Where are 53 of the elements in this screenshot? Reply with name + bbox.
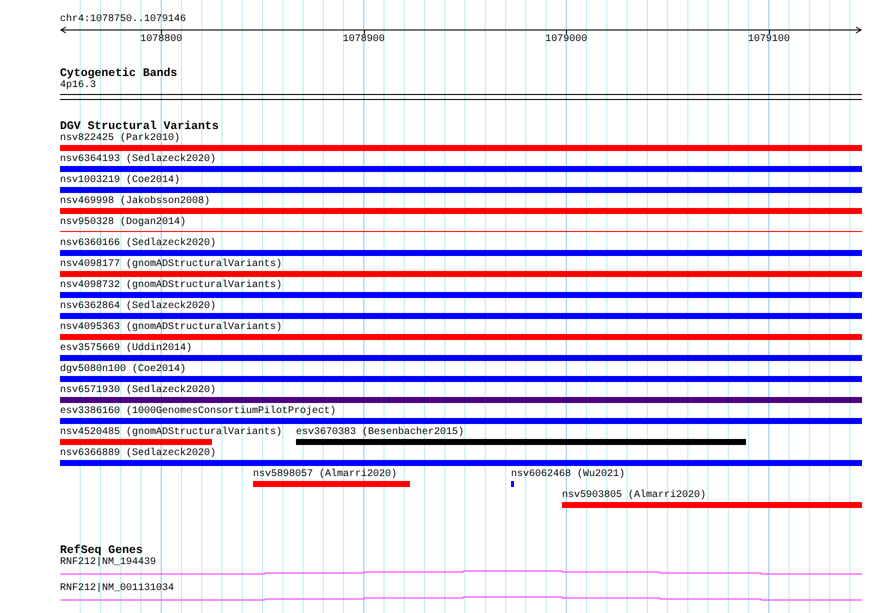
- band-label: 4p16.3: [60, 80, 96, 92]
- variant-bar[interactable]: [60, 313, 862, 319]
- variant-label[interactable]: nsv6571930 (Sedlazeck2020): [60, 385, 216, 397]
- gene-model-line[interactable]: [60, 570, 862, 574]
- gene-model-line[interactable]: [60, 596, 862, 600]
- gene-label[interactable]: RNF212|NM_194439: [60, 557, 156, 569]
- variant-bar[interactable]: [253, 481, 410, 487]
- variant-bar[interactable]: [60, 334, 862, 340]
- ruler-tick-label: 1078800: [140, 34, 182, 46]
- variant-bar[interactable]: [511, 481, 514, 487]
- ruler-tick-label: 1078900: [342, 34, 385, 46]
- variant-label[interactable]: nsv6062468 (Wu2021): [511, 469, 626, 481]
- gene-label[interactable]: RNF212|NM_001131034: [60, 583, 174, 595]
- variant-bar[interactable]: [60, 208, 862, 214]
- variant-label[interactable]: nsv6364193 (Sedlazeck2020): [60, 154, 216, 166]
- variant-label[interactable]: esv3670383 (Besenbacher2015): [296, 427, 464, 439]
- variant-label[interactable]: dgv5080n100 (Coe2014): [60, 364, 186, 376]
- variant-bar[interactable]: [60, 271, 862, 277]
- variant-bar[interactable]: [296, 439, 746, 445]
- variant-bar[interactable]: [562, 502, 862, 508]
- variant-label[interactable]: nsv822425 (Park2010): [60, 133, 180, 145]
- variant-line[interactable]: [60, 231, 862, 232]
- variant-label[interactable]: nsv950328 (Dogan2014): [60, 217, 186, 229]
- variant-bar[interactable]: [60, 145, 862, 151]
- variant-bar[interactable]: [60, 439, 212, 445]
- variant-bar[interactable]: [60, 418, 862, 424]
- variant-label[interactable]: nsv4095363 (gnomADStructuralVariants): [60, 322, 282, 334]
- variant-label[interactable]: nsv469998 (Jakobsson2008): [60, 196, 210, 208]
- variant-label[interactable]: nsv6362864 (Sedlazeck2020): [60, 301, 216, 313]
- variant-bar[interactable]: [60, 292, 862, 298]
- track-title: Cytogenetic Bands: [60, 68, 178, 80]
- variant-label[interactable]: nsv6366889 (Sedlazeck2020): [60, 448, 216, 460]
- variant-label[interactable]: nsv4520485 (gnomADStructuralVariants): [60, 427, 282, 439]
- variant-bar[interactable]: [60, 355, 862, 361]
- variant-bar[interactable]: [60, 397, 862, 403]
- variant-label[interactable]: nsv6360166 (Sedlazeck2020): [60, 238, 216, 250]
- variant-bar[interactable]: [60, 376, 862, 382]
- track-title: DGV Structural Variants: [60, 121, 219, 133]
- variant-label[interactable]: esv3386160 (1000GenomesConsortiumPilotProject): [60, 406, 336, 418]
- variant-bar[interactable]: [60, 166, 862, 172]
- variant-label[interactable]: nsv5898057 (Almarri2020): [253, 469, 398, 481]
- variant-label[interactable]: nsv5903805 (Almarri2020): [562, 490, 706, 502]
- variant-label[interactable]: esv3575669 (Uddin2014): [60, 343, 192, 355]
- ruler-tick-label: 1079000: [545, 34, 588, 46]
- variant-label[interactable]: nsv4098177 (gnomADStructuralVariants): [60, 259, 282, 271]
- variant-bar[interactable]: [60, 187, 862, 193]
- variant-bar[interactable]: [60, 460, 862, 466]
- variant-bar[interactable]: [60, 250, 862, 256]
- location-label: chr4:1078750..1079146: [60, 14, 186, 26]
- ruler-tick-label: 1079100: [748, 34, 790, 46]
- variant-label[interactable]: nsv1003219 (Coe2014): [60, 175, 180, 187]
- variant-label[interactable]: nsv4098732 (gnomADStructuralVariants): [60, 280, 282, 292]
- track-title: RefSeq Genes: [60, 545, 143, 557]
